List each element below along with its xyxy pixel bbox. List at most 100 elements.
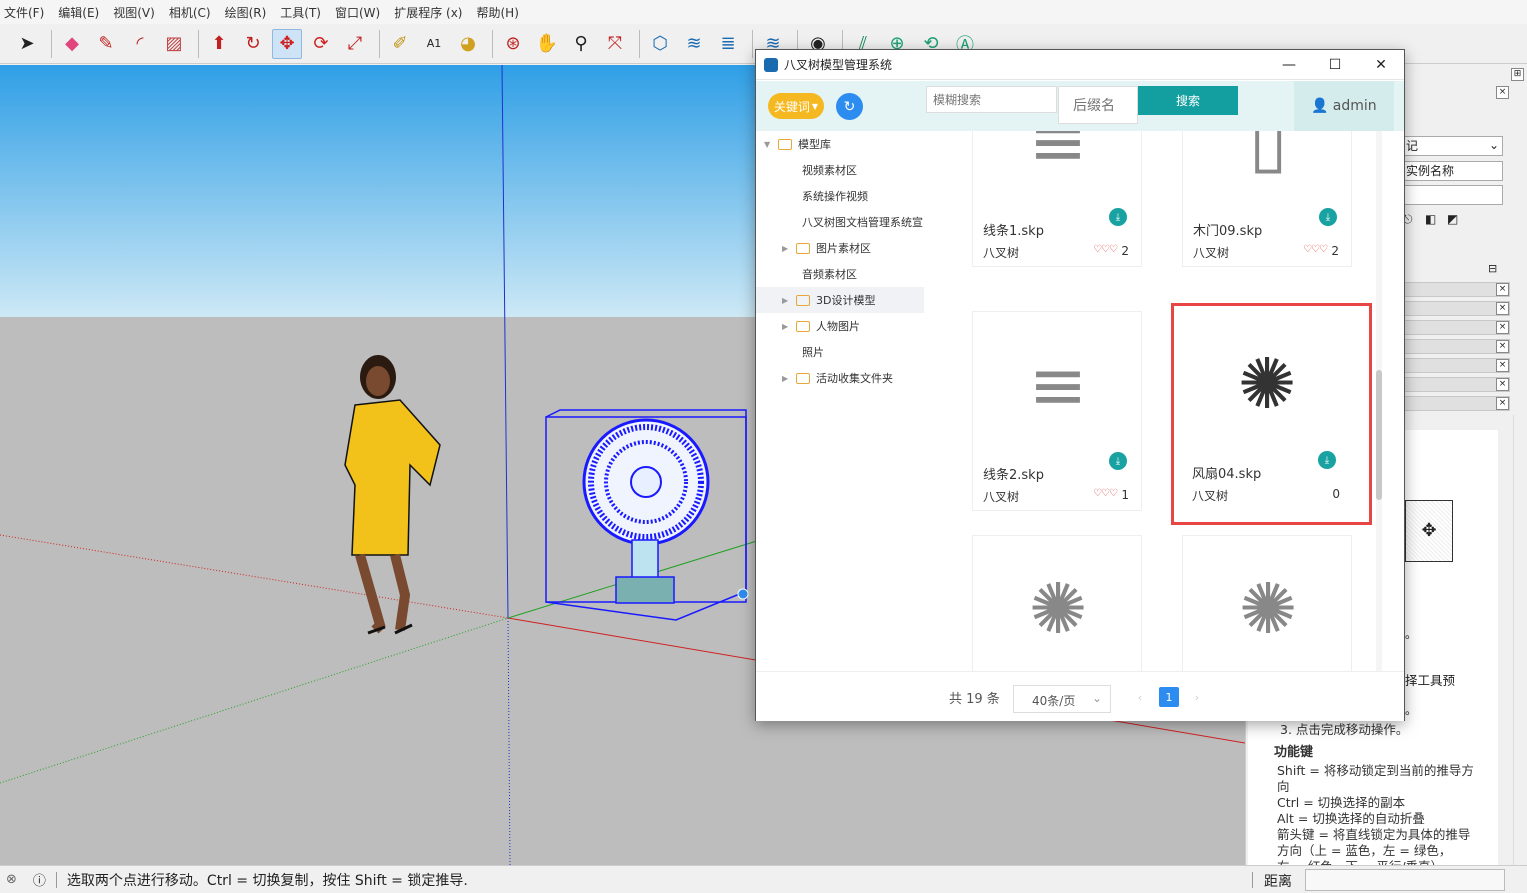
layers-icon[interactable]: ≋ — [679, 29, 709, 59]
menu-item[interactable]: 帮助(H) — [476, 4, 518, 21]
info-icon[interactable]: ⓘ — [33, 870, 46, 889]
close-icon[interactable]: × — [1496, 302, 1509, 315]
tree-item[interactable]: 八叉树图文档管理系统宣 — [756, 209, 924, 235]
caret-right-icon[interactable]: ▶ — [782, 296, 796, 305]
caret-down-icon[interactable]: ▼ — [764, 140, 778, 149]
like-icon[interactable]: ♡♡♡ — [1093, 244, 1118, 255]
grid-scroll-thumb[interactable] — [1376, 370, 1382, 500]
next-page-button[interactable]: › — [1187, 687, 1207, 707]
caret-right-icon[interactable]: ▶ — [782, 322, 796, 331]
tray-collapsed-5[interactable] — [1400, 358, 1510, 373]
menu-item[interactable]: 绘图(R) — [225, 4, 267, 21]
tree-item[interactable]: 照片 — [756, 339, 924, 365]
instance-name-field[interactable]: 实例名称 — [1403, 161, 1503, 181]
menu-item[interactable]: 视图(V) — [113, 4, 155, 21]
arc-icon[interactable]: ◜ — [125, 29, 155, 59]
rectangle-icon[interactable]: ▨ — [159, 29, 189, 59]
model-card[interactable]: ✺风扇05.skp八叉树⤓0 — [972, 535, 1142, 671]
close-icon[interactable]: ⊞ — [1511, 68, 1524, 81]
rotate-icon[interactable]: ⟳ — [306, 29, 336, 59]
tree-item[interactable]: 视频素材区 — [756, 157, 924, 183]
follow-me-icon[interactable]: ↻ — [238, 29, 268, 59]
menu-item[interactable]: 扩展程序 (x) — [394, 4, 462, 21]
tree-item[interactable]: ▶ 人物图片 — [756, 313, 924, 339]
tree-item[interactable]: 系统操作视频 — [756, 183, 924, 209]
model-card[interactable]: ≡ 线条1.skp 八叉树 ⤓ ♡♡♡ 2 — [972, 131, 1142, 267]
keyword-button[interactable]: 关键词 ▼ — [768, 93, 824, 119]
download-icon[interactable]: ⤓ — [1109, 452, 1127, 470]
scale-icon[interactable]: ⤢ — [340, 29, 370, 59]
refresh-button[interactable]: ↻ — [836, 93, 863, 120]
model-card[interactable]: ▯ 木门09.skp 八叉树 ⤓ ♡♡♡ 2 — [1182, 131, 1352, 267]
select-icon[interactable]: ➤ — [12, 29, 42, 59]
measurement-input[interactable] — [1305, 869, 1505, 891]
tree-item[interactable]: ▶ 图片素材区 — [756, 235, 924, 261]
tape-measure-icon[interactable]: ✐ — [385, 29, 415, 59]
maximize-button[interactable]: ☐ — [1312, 50, 1358, 80]
tree-item[interactable]: ▶ 3D设计模型 — [756, 287, 924, 313]
zoom-icon[interactable]: ⚲ — [566, 29, 596, 59]
download-icon[interactable]: ⤓ — [1319, 208, 1337, 226]
orbit-icon[interactable]: ⊛ — [498, 29, 528, 59]
close-icon[interactable]: × — [1496, 283, 1509, 296]
tree-item[interactable]: ▼ 模型库 — [756, 131, 924, 157]
text-icon[interactable]: A1 — [419, 29, 449, 59]
menu-item[interactable]: 工具(T) — [280, 4, 321, 21]
component-icon[interactable]: ⬡ — [645, 29, 675, 59]
tray-collapsed-4[interactable] — [1400, 339, 1510, 354]
close-button[interactable]: ✕ — [1358, 50, 1404, 80]
refresh-icon: ↻ — [843, 98, 856, 115]
download-icon[interactable]: ⤓ — [1109, 208, 1127, 226]
like-icon[interactable]: ♡♡♡ — [1093, 488, 1118, 499]
tree-item[interactable]: 音频素材区 — [756, 261, 924, 287]
tray-collapsed-6[interactable] — [1400, 377, 1510, 392]
tray-collapsed-7[interactable] — [1400, 396, 1510, 411]
fan-model-selected — [545, 409, 749, 621]
tray-collapsed-3[interactable] — [1400, 320, 1510, 335]
fuzzy-search-input[interactable] — [926, 86, 1057, 113]
menu-item[interactable]: 文件(F) — [4, 4, 44, 21]
paint-bucket-icon[interactable]: ◕ — [453, 29, 483, 59]
definition-name-field[interactable] — [1403, 185, 1503, 205]
model-card[interactable]: ✺ 风扇04.skp 八叉树 ⤓ 0 — [1182, 311, 1352, 511]
page-size-select[interactable]: 40条/页 ⌄ — [1013, 685, 1111, 713]
zoom-extents-icon[interactable]: ⤧ — [600, 29, 630, 59]
model-card[interactable]: ≡ 线条2.skp 八叉树 ⤓ ♡♡♡ 1 — [972, 311, 1142, 511]
close-icon[interactable]: × — [1496, 340, 1509, 353]
panel-scrollbar[interactable] — [1513, 415, 1526, 865]
user-menu[interactable]: 👤 admin — [1294, 81, 1394, 131]
page-current[interactable]: 1 — [1159, 687, 1179, 707]
cast-shadow-icon[interactable]: ◧ — [1425, 212, 1436, 226]
tray-collapsed-1[interactable] — [1400, 282, 1510, 297]
receive-shadow-icon[interactable]: ◩ — [1447, 212, 1458, 226]
menu-item[interactable]: 编辑(E) — [58, 4, 99, 21]
search-button[interactable]: 搜索 — [1138, 86, 1238, 115]
pan-icon[interactable]: ✋ — [532, 29, 562, 59]
suffix-input[interactable] — [1058, 86, 1138, 124]
close-icon[interactable]: × — [1496, 86, 1509, 99]
move-icon[interactable]: ✥ — [272, 28, 302, 59]
stack-icon[interactable]: ≣ — [713, 29, 743, 59]
menu-item[interactable]: 窗口(W) — [335, 4, 380, 21]
close-icon[interactable]: × — [1496, 397, 1509, 410]
like-icon[interactable]: ♡♡♡ — [1303, 244, 1328, 255]
minimize-button[interactable]: — — [1266, 50, 1312, 80]
tray-collapsed-2[interactable] — [1400, 301, 1510, 316]
tree-item[interactable]: ▶ 活动收集文件夹 — [756, 365, 924, 391]
eraser-icon[interactable]: ◆ — [57, 29, 87, 59]
push-pull-icon[interactable]: ⬆ — [204, 29, 234, 59]
close-icon[interactable]: × — [1496, 359, 1509, 372]
download-icon[interactable]: ⤓ — [1318, 451, 1336, 469]
pencil-icon[interactable]: ✎ — [91, 29, 121, 59]
pin-icon[interactable]: ⊟ — [1488, 262, 1497, 275]
caret-right-icon[interactable]: ▶ — [782, 244, 796, 253]
menu-item[interactable]: 相机(C) — [169, 4, 211, 21]
caret-right-icon[interactable]: ▶ — [782, 374, 796, 383]
geo-location-icon[interactable]: ⊗ — [6, 872, 17, 887]
tray-dropdown[interactable]: 记 ⌄ — [1403, 136, 1503, 156]
close-icon[interactable]: × — [1496, 378, 1509, 391]
prev-page-button[interactable]: ‹ — [1130, 687, 1150, 707]
model-card[interactable]: ✺风扇06.skp八叉树⤓0 — [1182, 535, 1352, 671]
model-name: 木门09.skp — [1193, 224, 1263, 239]
close-icon[interactable]: × — [1496, 321, 1509, 334]
